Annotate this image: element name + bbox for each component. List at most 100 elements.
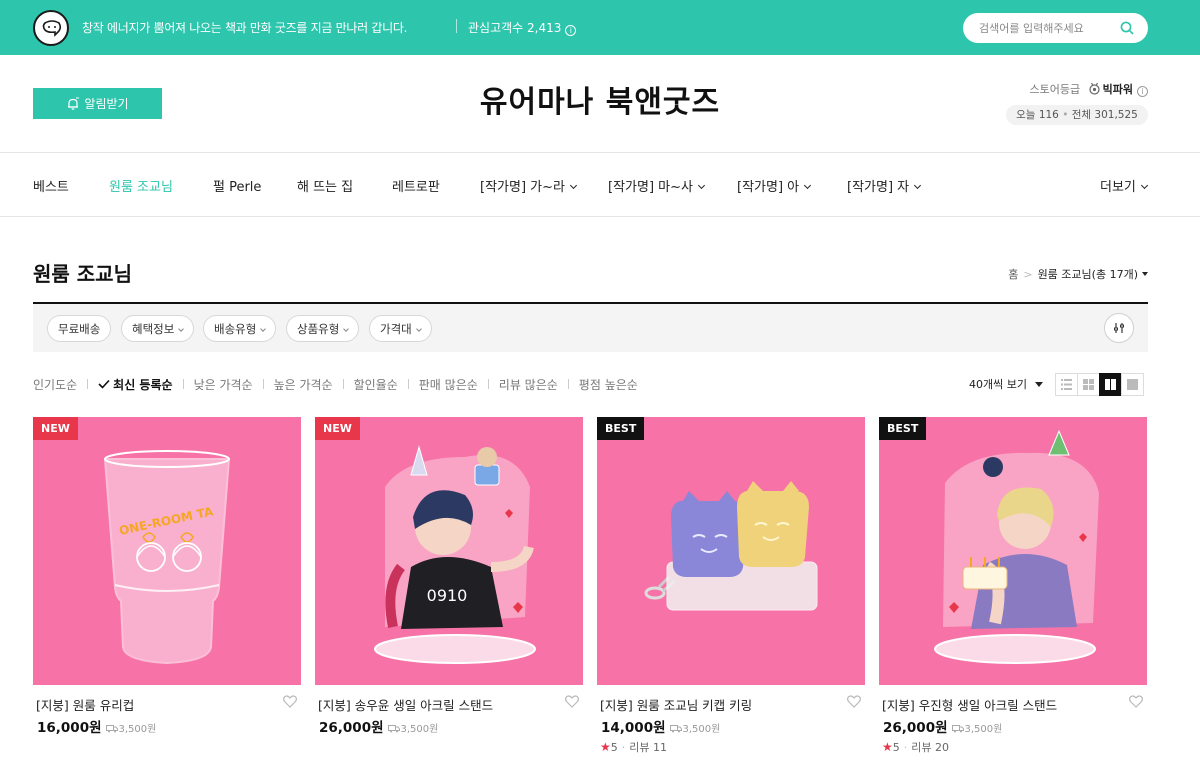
store-grade: 스토어등급 빅파워 i <box>1000 81 1148 97</box>
info-icon[interactable]: i <box>565 25 577 36</box>
sort-low-price[interactable]: 낮은 가격순 <box>194 376 253 393</box>
caret-down-icon <box>1034 382 1043 387</box>
sort-most-sold[interactable]: 판매 많은순 <box>419 376 478 393</box>
search-box <box>963 13 1148 43</box>
breadcrumb-current[interactable]: 원룸 조교님(총 17개) <box>1038 268 1138 281</box>
filter-product-type[interactable]: 상품유형 <box>286 315 360 342</box>
product-image[interactable]: NEW 0910 <box>315 417 583 685</box>
store-header: 알림받기 유어마나 북앤굿즈 스토어등급 빅파워 i 오늘 116 • 전체 30… <box>0 55 1200 153</box>
chevron-down-icon <box>1140 181 1148 190</box>
filter-bar: 무료배송 혜택정보 배송유형 상품유형 가격대 <box>33 304 1148 352</box>
caret-down-icon[interactable] <box>1142 272 1148 276</box>
nav-more-button[interactable]: 더보기 <box>1100 176 1148 195</box>
sort-newest[interactable]: 최신 등록순 <box>98 376 173 393</box>
filter-benefits[interactable]: 혜택정보 <box>121 315 195 342</box>
sort-top-rated[interactable]: 평점 높은순 <box>579 376 638 393</box>
product-price: 14,000원 <box>601 720 666 736</box>
visit-today-label: 오늘 <box>1016 109 1036 121</box>
breadcrumb: 홈 > 원룸 조교님(총 17개) <box>1000 266 1148 282</box>
divider <box>456 19 457 33</box>
acrylic-stand-illustration <box>934 429 1099 664</box>
acrylic-stand-illustration: 0910 <box>374 445 536 664</box>
filter-free-shipping[interactable]: 무료배송 <box>47 315 112 342</box>
speech-bubble-logo-icon[interactable] <box>33 10 69 46</box>
nav-item-author-ma-sa[interactable]: [작가명] 마~사 <box>608 176 706 195</box>
visit-total-label: 전체 <box>1071 109 1092 121</box>
filter-label: 배송유형 <box>214 321 257 336</box>
chevron-down-icon <box>697 181 706 190</box>
product-image[interactable]: NEW ONE-ROOM TA <box>33 417 301 685</box>
keycap-keyring-illustration <box>644 481 818 611</box>
page-size-select[interactable]: 40개씩 보기 <box>969 376 1043 392</box>
chevron-down-icon <box>569 181 578 190</box>
view-single-button[interactable] <box>1121 373 1144 396</box>
chevron-down-icon <box>804 181 812 190</box>
divider <box>567 379 569 389</box>
sort-high-price[interactable]: 높은 가격순 <box>274 376 333 393</box>
filter-label: 혜택정보 <box>132 321 175 336</box>
nav-item-sunrise-house[interactable]: 해 뜨는 집 <box>297 176 353 195</box>
review-label: 리뷰 <box>911 741 932 754</box>
nav-item-perle[interactable]: 펄 Perle <box>213 176 261 195</box>
view-grid2-button[interactable] <box>1099 373 1122 396</box>
nav-item-author-a[interactable]: [작가명] 아 <box>737 176 812 195</box>
filter-settings-icon <box>1114 323 1124 333</box>
heart-outline-icon[interactable] <box>565 695 579 708</box>
nav-more-label: 더보기 <box>1100 180 1136 195</box>
nav-item-author-ja[interactable]: [작가명] 자 <box>847 176 922 195</box>
shipping-fee: 3,500원 <box>387 724 438 735</box>
heart-outline-icon[interactable] <box>1129 695 1143 708</box>
list-view-icon <box>1061 379 1072 390</box>
filter-delivery-type[interactable]: 배송유형 <box>203 315 277 342</box>
visitor-count: 오늘 116 • 전체 301,525 <box>1006 105 1148 125</box>
divider <box>342 379 344 389</box>
shipping-fee: 3,500원 <box>669 724 720 735</box>
search-icon[interactable] <box>1120 21 1134 35</box>
top-bar: 창작 에너지가 뿜어져 나오는 책과 만화 굿즈를 지금 만나러 갑니다. 관심… <box>0 0 1200 55</box>
product-name[interactable]: [지붕] 우진형 생일 아크릴 스탠드 <box>882 695 1057 714</box>
product-name[interactable]: [지붕] 원룸 조교님 키캡 키링 <box>600 695 752 714</box>
nav-item-label: [작가명] 마~사 <box>608 180 693 195</box>
product-badge: NEW <box>315 417 360 440</box>
info-icon[interactable]: i <box>1137 86 1148 97</box>
category-nav: 베스트 원룸 조교님 펄 Perle 해 뜨는 집 레트로판 [작가명] 가~라… <box>0 153 1200 217</box>
chevron-down-icon <box>914 181 922 190</box>
nav-item-author-ga-ra[interactable]: [작가명] 가~라 <box>480 176 578 195</box>
chevron-down-icon <box>260 325 267 332</box>
search-input[interactable] <box>979 19 1119 37</box>
grid-view-icon <box>1083 379 1094 390</box>
product-name[interactable]: [지붕] 원룸 유리컵 <box>36 695 134 714</box>
product-image[interactable]: BEST <box>879 417 1147 685</box>
star-icon: ★ <box>882 740 893 754</box>
product-image[interactable]: BEST <box>597 417 865 685</box>
product-price: 26,000원 <box>883 720 948 736</box>
product-name[interactable]: [지붕] 송우윤 생일 아크릴 스탠드 <box>318 695 493 714</box>
view-list-button[interactable] <box>1055 373 1078 396</box>
view-mode-switch <box>1055 373 1144 396</box>
product-badge: BEST <box>597 417 645 440</box>
sort-discount[interactable]: 할인율순 <box>354 376 398 393</box>
store-tagline: 창작 에너지가 뿜어져 나오는 책과 만화 굿즈를 지금 만나러 갑니다. <box>82 21 408 35</box>
svg-text:0910: 0910 <box>427 586 468 605</box>
view-grid4-button[interactable] <box>1077 373 1100 396</box>
rating-value: 5 <box>610 741 618 754</box>
heart-outline-icon[interactable] <box>283 695 297 708</box>
fan-count: 관심고객수 2,413 i <box>468 19 577 36</box>
nav-item-best[interactable]: 베스트 <box>33 176 69 195</box>
truck-icon <box>387 725 400 733</box>
filter-settings-button[interactable] <box>1104 313 1134 343</box>
breadcrumb-home[interactable]: 홈 <box>1008 268 1018 281</box>
product-price: 26,000원 <box>319 720 384 736</box>
column-view-icon <box>1105 379 1116 390</box>
nav-item-oneroom[interactable]: 원룸 조교님 <box>109 176 173 195</box>
divider <box>182 379 184 389</box>
nav-item-retro[interactable]: 레트로판 <box>392 176 440 195</box>
fan-count-value: 2,413 <box>527 21 562 35</box>
divider <box>487 379 489 389</box>
shipping-fee: 3,500원 <box>951 724 1002 735</box>
heart-outline-icon[interactable] <box>847 695 861 708</box>
filter-price-range[interactable]: 가격대 <box>369 315 432 342</box>
sort-most-reviews[interactable]: 리뷰 많은순 <box>499 376 558 393</box>
sort-popular[interactable]: 인기도순 <box>33 376 77 393</box>
truck-icon <box>669 725 682 733</box>
